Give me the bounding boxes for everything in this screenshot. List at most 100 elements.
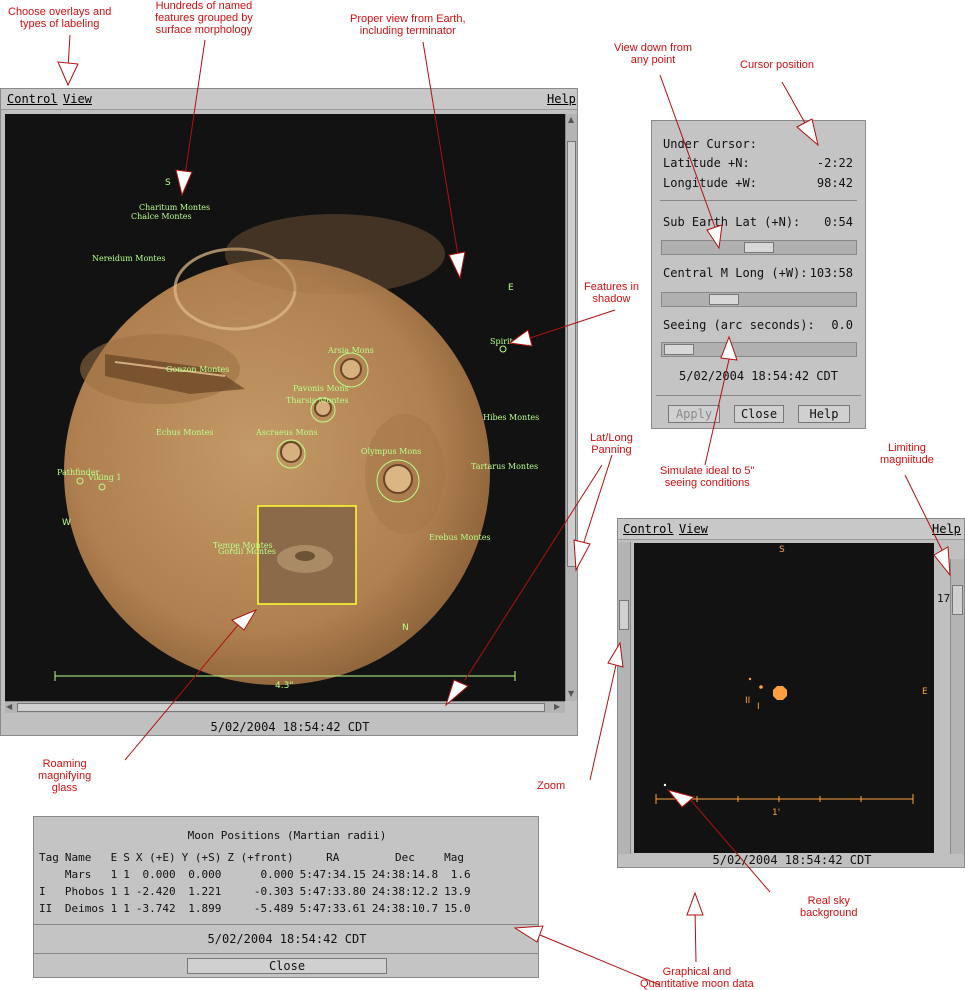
sky-canvas[interactable]: S E II I 1' [634, 543, 934, 853]
feature-label[interactable]: Pavonis Mons [293, 384, 349, 393]
main-vertical-scroll-thumb[interactable] [567, 141, 576, 567]
cursor-panel-datetime: 5/02/2004 18:54:42 CDT [679, 369, 838, 383]
scroll-left-arrow-icon[interactable]: ◀ [6, 702, 12, 711]
dir-west: W [62, 518, 71, 528]
feature-label[interactable]: Hibes Montes [483, 413, 539, 422]
sky-menu-control[interactable]: Control [623, 519, 674, 539]
mars-canvas[interactable]: S E W N Charitum Montes Chalce Montes Ne… [5, 114, 565, 701]
sky-scale-label: 1' [772, 808, 781, 818]
cell: 1 [110, 902, 118, 915]
table-row: I Phobos 1 1 -2.420 1.221 -0.303 5:47:33… [36, 883, 474, 900]
sky-dir-south: S [779, 545, 785, 555]
latitude-value: -2:22 [816, 156, 853, 170]
limiting-magnitude-scrollbar[interactable] [950, 559, 964, 854]
feature-label[interactable]: Ascraeus Mons [256, 428, 318, 437]
dir-east: E [508, 283, 514, 293]
table-header-row: Tag Name E S X (+E) Y (+S) Z (+front) RA… [36, 849, 474, 866]
divider [34, 953, 538, 954]
menu-control[interactable]: Control [7, 89, 58, 109]
divider [656, 395, 861, 396]
note-limiting-magnitude: Limiting magniitude [880, 442, 934, 466]
cell: -3.742 [135, 902, 176, 915]
help-button[interactable]: Help [798, 405, 850, 423]
moon-label-phobos: I [757, 702, 760, 712]
main-vertical-scrollbar[interactable]: ▲ ▼ [565, 114, 577, 701]
note-magnifier: Roaming magnifying glass [38, 758, 92, 794]
central-long-label: Central M Long (+W): [663, 266, 808, 280]
seeing-value: 0.0 [831, 318, 853, 332]
limiting-magnitude-thumb[interactable] [952, 585, 963, 615]
cell: 24:38:10.7 [371, 902, 439, 915]
menu-help[interactable]: Help [547, 89, 576, 109]
header-y: Y (+S) [181, 851, 222, 864]
cell: Mars [64, 868, 92, 881]
note-moon-data: Graphical and Quantitative moon data [640, 966, 754, 990]
header-name: Name [64, 851, 92, 864]
longitude-value: 98:42 [816, 176, 853, 190]
sky-objects [655, 677, 914, 804]
mars-globe [54, 214, 516, 685]
main-horizontal-scrollbar[interactable]: ◀ ▶ [5, 701, 565, 713]
sub-earth-lat-value: 0:54 [824, 215, 853, 229]
menu-view[interactable]: View [63, 89, 92, 109]
header-dec: Dec [395, 851, 415, 864]
feature-label[interactable]: Arsia Mons [328, 346, 374, 355]
scroll-right-arrow-icon[interactable]: ▶ [554, 702, 560, 711]
scroll-down-arrow-icon[interactable]: ▼ [568, 689, 574, 698]
central-long-slider-thumb[interactable] [708, 294, 739, 305]
feature-label[interactable]: Spirit [490, 337, 513, 346]
limiting-magnitude-value: 17 [937, 592, 951, 605]
seeing-slider[interactable] [661, 342, 857, 357]
cell: Phobos [64, 885, 105, 898]
header-e: E [110, 851, 118, 864]
moon-label-deimos: II [745, 696, 751, 706]
main-horizontal-scroll-thumb[interactable] [17, 703, 545, 712]
seeing-slider-thumb[interactable] [664, 344, 694, 355]
feature-label[interactable]: Tharsis Montes [286, 396, 349, 405]
cell: Deimos [64, 902, 105, 915]
feature-label[interactable]: Viking 1 [88, 473, 122, 482]
moon-positions-table: Tag Name E S X (+E) Y (+S) Z (+front) RA… [36, 849, 474, 917]
sky-menu-help[interactable]: Help [932, 519, 961, 539]
main-menubar: Control View Help [1, 89, 577, 110]
cell: -5.489 [253, 902, 294, 915]
central-long-slider[interactable] [661, 292, 857, 307]
feature-label[interactable]: Nereidum Montes [92, 254, 165, 263]
feature-label[interactable]: Chalce Montes [131, 212, 192, 221]
note-latlong: Lat/Long Panning [590, 432, 633, 456]
feature-label[interactable]: Charitum Montes [139, 203, 210, 212]
feature-label[interactable]: Olympus Mons [361, 447, 421, 456]
longitude-label: Longitude +W: [663, 176, 757, 190]
header-x: X (+E) [135, 851, 176, 864]
sky-menu-view[interactable]: View [679, 519, 708, 539]
seeing-label: Seeing (arc seconds): [663, 318, 815, 332]
note-cursor-position: Cursor position [740, 59, 814, 71]
main-status-datetime: 5/02/2004 18:54:42 CDT [210, 720, 370, 734]
feature-label[interactable]: Gonzon Montes [166, 365, 229, 374]
sub-earth-lat-slider-thumb[interactable] [744, 242, 774, 253]
scroll-up-arrow-icon[interactable]: ▲ [568, 115, 574, 124]
cell: 1 [110, 868, 118, 881]
note-features: Hundreds of named features grouped by su… [155, 0, 253, 36]
feature-label[interactable]: Tartarus Montes [471, 462, 538, 471]
moon-table-close-button[interactable]: Close [187, 958, 387, 974]
zoom-scroll-thumb[interactable] [619, 600, 629, 630]
zoom-scrollbar[interactable] [618, 542, 631, 854]
dir-north: N [402, 623, 409, 633]
feature-label[interactable]: Erebus Montes [429, 533, 491, 542]
feature-label[interactable]: Gordii Montes [218, 547, 276, 556]
cell: -2.420 [135, 885, 176, 898]
cell: 0.000 [188, 868, 222, 881]
feature-label[interactable]: Echus Montes [156, 428, 214, 437]
header-tag: Tag [39, 851, 59, 864]
note-real-sky: Real sky background [800, 895, 858, 919]
under-cursor-label: Under Cursor: [663, 137, 757, 151]
cell: 0.000 [142, 868, 176, 881]
note-overlays: Choose overlays and types of labeling [8, 6, 112, 30]
apply-button[interactable]: Apply [668, 405, 720, 423]
sky-view-window: Control View Help S E II I 1' 17 5/02/20… [617, 518, 965, 868]
close-button[interactable]: Close [734, 405, 784, 423]
cell: 5:47:33.61 [299, 902, 366, 915]
divider [660, 200, 857, 201]
sub-earth-lat-slider[interactable] [661, 240, 857, 255]
